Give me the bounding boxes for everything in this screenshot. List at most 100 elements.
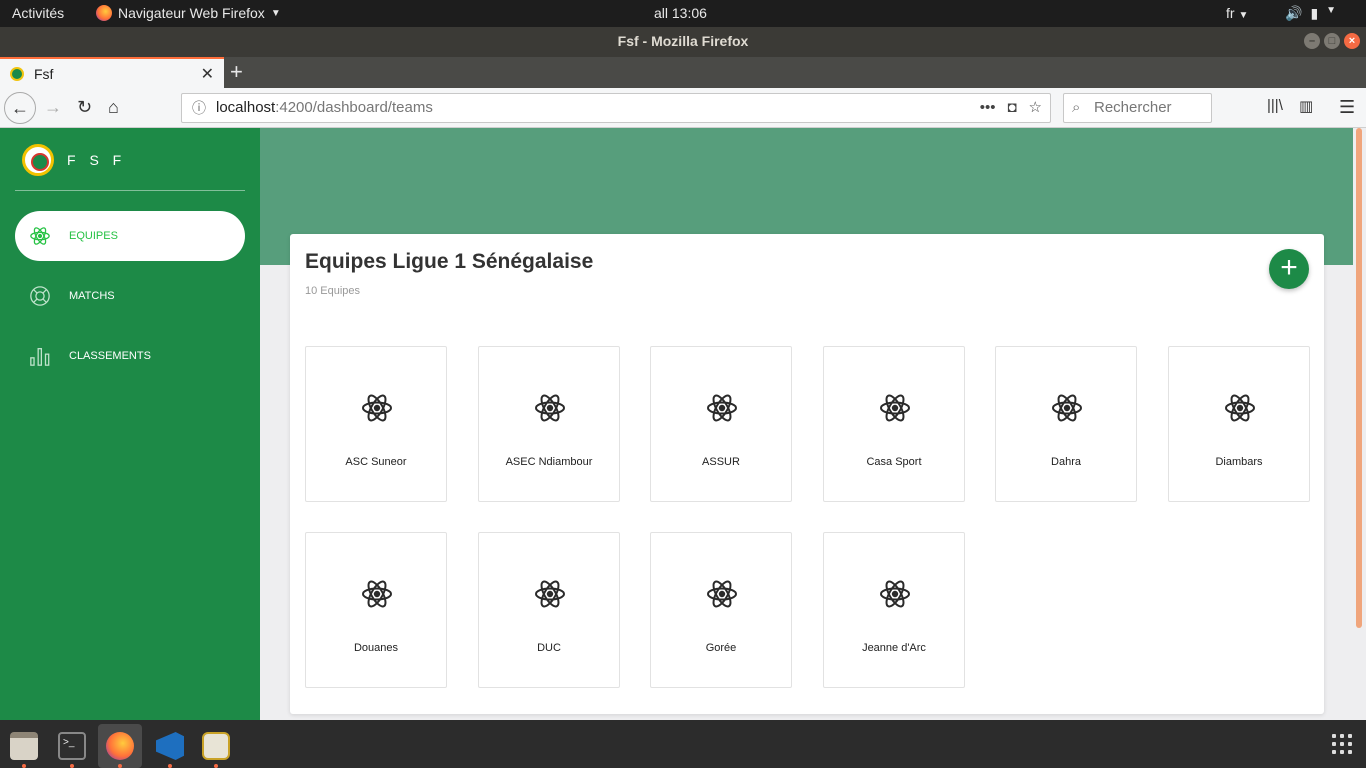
add-team-button[interactable]: + [1269,249,1309,289]
dock-files[interactable] [2,724,46,768]
forward-button[interactable]: → [44,97,62,118]
minimize-button[interactable]: – [1304,33,1320,49]
running-indicator [214,764,218,768]
new-tab-button[interactable]: + [230,59,243,85]
running-indicator [70,764,74,768]
favicon-icon [10,66,24,81]
team-card[interactable]: Jeanne d'Arc [823,532,965,688]
language-indicator[interactable]: fr ▼ [1226,5,1248,21]
info-icon[interactable]: ⓘ [192,94,206,122]
page-actions-icon[interactable]: ••• [980,94,996,122]
maximize-button[interactable]: □ [1324,33,1340,49]
running-indicator [22,764,26,768]
team-card[interactable]: ASC Suneor [305,346,447,502]
search-input[interactable]: ⌕ Rechercher [1063,93,1212,123]
team-card[interactable]: DUC [478,532,620,688]
sidebar: F S F EQUIPES MATCHS CLASSEMENTS [0,128,260,720]
sidebar-item-label: CLASSEMENTS [69,350,151,362]
tab-title: Fsf [34,65,54,82]
sidebar-item-matchs[interactable]: MATCHS [15,271,245,321]
close-window-button[interactable]: × [1344,33,1360,49]
search-icon: ⌕ [1072,99,1081,116]
team-name: Dahra [1051,456,1081,468]
pocket-icon[interactable]: ◘ [1007,94,1016,122]
atom-icon [879,577,911,611]
running-indicator [168,764,172,768]
back-button[interactable]: ← [4,92,36,124]
atom-icon [30,227,50,245]
team-card[interactable]: Diambars [1168,346,1310,502]
atom-icon [361,391,393,425]
url-bar[interactable]: ⓘ localhost:4200/dashboard/teams ••• ◘ ☆ [181,93,1051,123]
tab-strip: Fsf ✕ + [0,57,1366,88]
fsf-logo [22,144,54,176]
url-actions: ••• ◘ ☆ [980,94,1042,122]
team-name: Jeanne d'Arc [862,642,926,654]
team-card[interactable]: ASEC Ndiambour [478,346,620,502]
running-indicator [118,764,122,768]
clock[interactable]: all 13:06 [654,5,707,21]
language-label: fr [1226,5,1235,21]
activities-button[interactable]: Activités [12,5,64,21]
atom-icon [706,391,738,425]
vscode-icon [156,732,184,760]
sidebar-item-label: MATCHS [69,290,115,302]
bookmark-star-icon[interactable]: ☆ [1029,94,1042,122]
close-tab-icon[interactable]: ✕ [201,64,214,84]
atom-icon [534,391,566,425]
navigation-bar: ← → ↻ ⌂ ⓘ localhost:4200/dashboard/teams… [0,88,1366,128]
team-card[interactable]: Gorée [650,532,792,688]
browser-tab[interactable]: Fsf ✕ [0,57,224,88]
app-menu[interactable]: Navigateur Web Firefox ▼ [96,5,281,21]
chevron-down-icon: ▼ [270,7,281,19]
team-card[interactable]: Douanes [305,532,447,688]
chevron-down-icon: ▼ [1238,10,1249,21]
atom-icon [361,577,393,611]
search-placeholder: Rechercher [1094,99,1172,116]
atom-icon [879,391,911,425]
divider [15,190,245,191]
team-count: 10 Equipes [305,285,361,297]
dock-terminal[interactable]: >_ [50,724,94,768]
url-path: :4200/dashboard/teams [275,99,433,116]
home-button[interactable]: ⌂ [108,97,119,118]
team-card[interactable]: ASSUR [650,346,792,502]
dock-vscode[interactable] [148,724,192,768]
hamburger-menu-icon[interactable]: ☰ [1339,97,1355,118]
sidebar-item-classements[interactable]: CLASSEMENTS [15,331,245,381]
team-card[interactable]: Casa Sport [823,346,965,502]
brand[interactable]: F S F [22,144,126,176]
files-icon [10,732,38,760]
page-title: Equipes Ligue 1 Sénégalaise [305,250,594,273]
dock-software[interactable] [194,724,238,768]
reload-button[interactable]: ↻ [77,97,92,118]
team-name: ASSUR [702,456,740,468]
power-icon: ▼ [1326,5,1337,16]
sidebar-item-equipes[interactable]: EQUIPES [15,211,245,261]
show-applications-button[interactable] [1332,734,1352,754]
lifebuoy-icon [30,286,50,306]
teams-card: Equipes Ligue 1 Sénégalaise 10 Equipes +… [290,234,1324,714]
sidebar-item-label: EQUIPES [69,230,118,242]
atom-icon [1224,391,1256,425]
sidebar-toggle-icon[interactable]: ▥ [1299,97,1313,115]
dock-firefox[interactable] [98,724,142,768]
team-name: Gorée [705,642,737,654]
atom-icon [706,577,738,611]
firefox-icon [106,732,134,760]
software-icon [202,732,230,760]
terminal-icon: >_ [58,732,86,760]
team-name: DUC [537,642,561,654]
team-name: ASEC Ndiambour [505,456,593,468]
volume-icon: 🔊 [1285,5,1303,21]
team-card[interactable]: Dahra [995,346,1137,502]
window-controls: – □ × [1304,33,1360,49]
system-tray[interactable]: 🔊 ▮ ▼ [1285,5,1336,22]
page-content: F S F EQUIPES MATCHS CLASSEMENTS Equipes… [0,128,1366,720]
window-title: Fsf - Mozilla Firefox [617,33,749,49]
firefox-icon [96,5,112,21]
window-title-bar: Fsf - Mozilla Firefox – □ × [0,27,1366,57]
system-top-bar: Activités Navigateur Web Firefox ▼ all 1… [0,0,1366,27]
library-icon[interactable]: |||\ [1267,97,1283,114]
page-scrollbar[interactable] [1356,128,1362,628]
